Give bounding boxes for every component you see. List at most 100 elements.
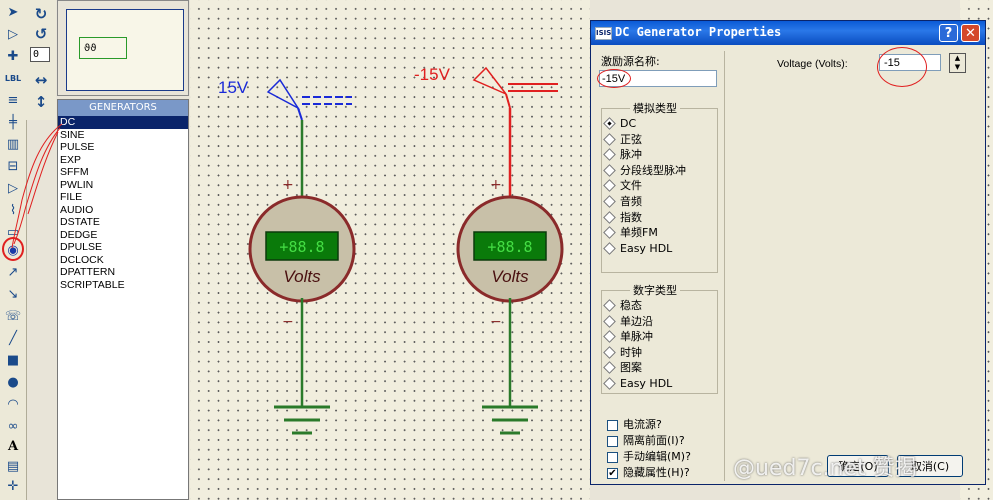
rotation-input[interactable]: [30, 47, 50, 62]
circle-icon[interactable]: ●: [2, 372, 24, 392]
voltage-label: Voltage (Volts):: [777, 58, 848, 70]
list-item[interactable]: EXP: [58, 154, 188, 167]
select-arrow-icon[interactable]: ➤: [2, 2, 24, 22]
list-item[interactable]: DPATTERN: [58, 266, 188, 279]
radio-label: DC: [620, 117, 637, 130]
radio-label: 文件: [620, 179, 642, 193]
list-item[interactable]: DC: [58, 116, 188, 129]
radio-analog-audio[interactable]: 音频: [602, 194, 717, 210]
hide-properties-checkbox[interactable]: ✔ 隐藏属性(H)?: [607, 466, 690, 482]
path-icon[interactable]: ∞: [2, 416, 24, 436]
wire-label-icon[interactable]: LBL: [2, 68, 24, 88]
generator-label-neg15v: -15V: [414, 65, 451, 84]
generator-arrow-icon: [266, 78, 301, 111]
radio-label: Easy HDL: [620, 241, 673, 255]
checkbox-label: 隔离前面(I)?: [623, 434, 685, 447]
help-button[interactable]: ?: [939, 24, 958, 42]
isolate-before-checkbox[interactable]: 隔离前面(I)?: [607, 434, 685, 450]
current-source-checkbox[interactable]: 电流源?: [607, 418, 662, 434]
list-item[interactable]: SFFM: [58, 166, 188, 179]
radio-analog-exp[interactable]: 指数: [602, 210, 717, 226]
generators-list: DC SINE PULSE EXP SFFM PWLIN FILE AUDIO …: [58, 116, 188, 291]
radio-label: 单频FM: [620, 226, 658, 240]
rotate-ccw-icon[interactable]: ↺: [30, 24, 52, 44]
app-icon: ISIS: [595, 27, 612, 40]
junction-icon[interactable]: ✚: [2, 46, 24, 66]
radio-digital-pulse[interactable]: 单脉冲: [602, 329, 717, 345]
radio-analog-sffm[interactable]: 单频FM: [602, 225, 717, 241]
radio-analog-pulse[interactable]: 脉冲: [602, 147, 717, 163]
overview-window[interactable]: ϑϑ: [57, 0, 189, 96]
radio-label: Easy HDL: [620, 376, 673, 390]
list-item[interactable]: FILE: [58, 191, 188, 204]
list-item[interactable]: SINE: [58, 129, 188, 142]
generators-panel: GENERATORS DC SINE PULSE EXP SFFM PWLIN …: [57, 99, 189, 500]
voltmeter-unit: Volts: [491, 267, 529, 286]
generator-arrow-icon: [472, 66, 507, 95]
radio-analog-pwlin[interactable]: 分段线型脉冲: [602, 163, 717, 179]
text-script-icon[interactable]: ≡: [2, 90, 24, 110]
close-button[interactable]: ✕: [961, 24, 980, 42]
list-item[interactable]: DEDGE: [58, 229, 188, 242]
voltmeter-display: +88.8: [487, 238, 532, 256]
voltmeter-display: +88.8: [279, 238, 324, 256]
radio-label: 正弦: [620, 132, 642, 146]
radio-analog-dc[interactable]: DC: [602, 116, 717, 132]
radio-analog-sine[interactable]: 正弦: [602, 132, 717, 148]
text-icon[interactable]: A: [2, 436, 24, 456]
radio-label: 指数: [620, 210, 642, 224]
box-icon[interactable]: ■: [2, 350, 24, 370]
radio-label: 脉冲: [620, 148, 642, 162]
minus-terminal-label: −: [490, 314, 502, 330]
voltage-spinner[interactable]: ▲ ▼: [949, 53, 966, 73]
generator-wire: [505, 93, 511, 109]
list-item[interactable]: DSTATE: [58, 216, 188, 229]
list-item[interactable]: PULSE: [58, 141, 188, 154]
generator-label-15v: 15V: [218, 78, 249, 97]
radio-digital-easyhdl[interactable]: Easy HDL: [602, 376, 717, 392]
radio-label: 音频: [620, 194, 642, 208]
annotation-squiggle: [11, 123, 63, 249]
radio-digital-pattern[interactable]: 图案: [602, 360, 717, 376]
flip-vertical-icon[interactable]: ↕: [30, 92, 52, 112]
radio-digital-state[interactable]: 稳态: [602, 298, 717, 314]
list-item[interactable]: PWLIN: [58, 179, 188, 192]
flip-horizontal-icon[interactable]: ↔: [30, 70, 52, 90]
rotate-cw-icon[interactable]: ↻: [30, 4, 52, 24]
annotation-ring: [597, 69, 631, 88]
radio-digital-clock[interactable]: 时钟: [602, 345, 717, 361]
list-item[interactable]: DPULSE: [58, 241, 188, 254]
list-item[interactable]: AUDIO: [58, 204, 188, 217]
radio-label: 单脉冲: [620, 330, 653, 344]
line-icon[interactable]: ╱: [2, 328, 24, 348]
dialog-titlebar[interactable]: ISIS DC Generator Properties ? ✕: [591, 21, 985, 45]
radio-analog-easyhdl[interactable]: Easy HDL: [602, 241, 717, 257]
analog-type-group: 模拟类型 DC 正弦 脉冲 分段线型脉冲 文件 音频 指数 单频FM Easy …: [601, 100, 718, 273]
radio-label: 分段线型脉冲: [620, 163, 686, 177]
dialog-title: DC Generator Properties: [615, 25, 782, 39]
virtual-instrument-icon[interactable]: ☏: [2, 306, 24, 326]
radio-label: 图案: [620, 361, 642, 375]
schematic-canvas[interactable]: 15V -15V + − + − +88.8 +88.8 Volts Volts: [190, 0, 590, 500]
radio-analog-file[interactable]: 文件: [602, 178, 717, 194]
radio-digital-edge[interactable]: 单边沿: [602, 314, 717, 330]
generator-15v[interactable]: [248, 78, 356, 435]
list-item[interactable]: SCRIPTABLE: [58, 279, 188, 292]
voltage-probe-icon[interactable]: ↗: [2, 262, 24, 282]
minus-terminal-label: −: [282, 314, 294, 330]
analog-type-legend: 模拟类型: [633, 102, 677, 115]
overview-viewport[interactable]: ϑϑ: [66, 9, 184, 91]
manual-edit-checkbox[interactable]: 手动编辑(M)?: [607, 450, 691, 466]
arc-icon[interactable]: ◠: [2, 394, 24, 414]
marker-icon[interactable]: ✛: [2, 476, 24, 496]
symbol-icon[interactable]: ▤: [2, 456, 24, 476]
list-item[interactable]: DCLOCK: [58, 254, 188, 267]
digital-type-legend: 数字类型: [633, 284, 677, 297]
current-probe-icon[interactable]: ↘: [2, 284, 24, 304]
plus-terminal-label: +: [282, 177, 294, 193]
component-mode-icon[interactable]: ▷: [2, 24, 24, 44]
annotation-ring: [877, 47, 927, 87]
overview-component-mark: ϑϑ: [79, 37, 127, 59]
voltmeter-unit: Volts: [283, 267, 321, 286]
checkbox-label: 手动编辑(M)?: [623, 450, 691, 463]
